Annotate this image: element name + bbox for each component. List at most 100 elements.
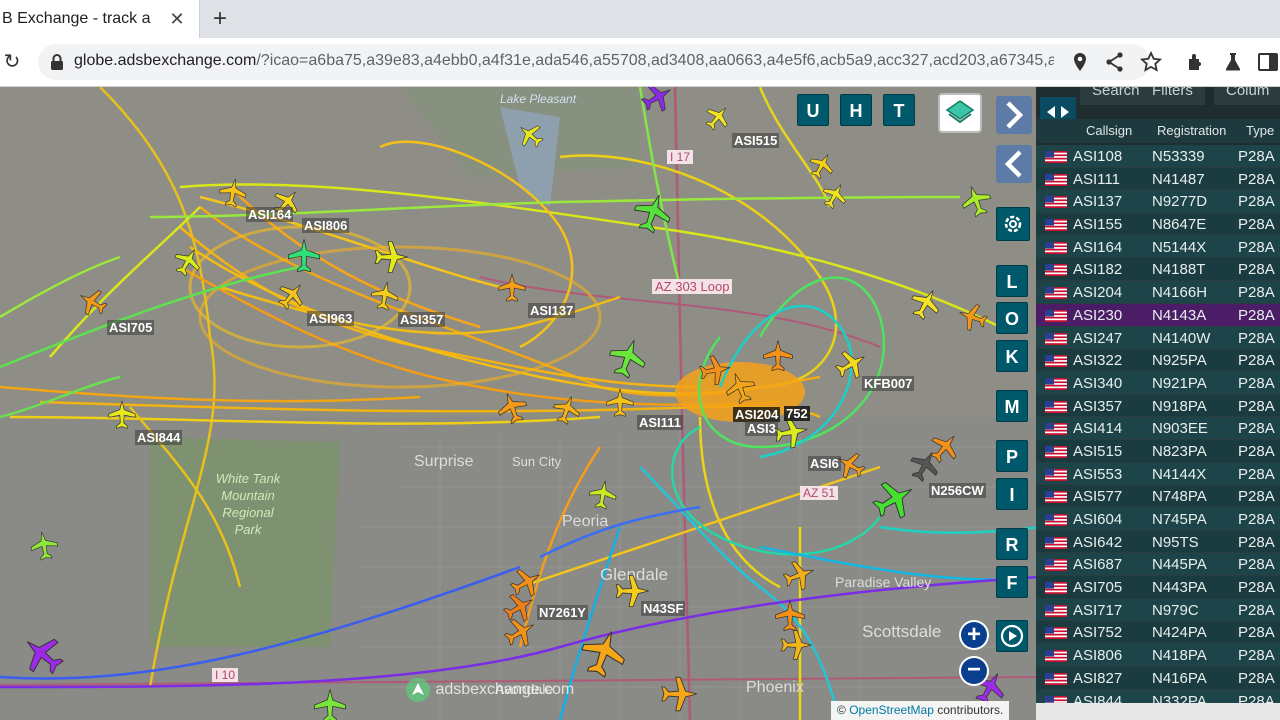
column-type[interactable]: Type (1246, 123, 1274, 138)
aircraft-icon[interactable] (498, 273, 526, 302)
table-row[interactable]: ASI515 N823PA P28A (1036, 439, 1280, 463)
i-button[interactable]: I (996, 478, 1028, 510)
aircraft-icon[interactable] (374, 240, 409, 274)
table-row[interactable]: ASI553 N4144X P28A (1036, 462, 1280, 486)
aircraft-icon[interactable] (549, 391, 585, 428)
aircraft-icon[interactable] (636, 87, 679, 118)
aircraft-icon[interactable] (720, 367, 760, 408)
aircraft-icon[interactable] (603, 333, 652, 383)
table-row[interactable]: ASI642 N95TS P28A (1036, 530, 1280, 554)
table-row[interactable]: ASI247 N4140W P28A (1036, 326, 1280, 350)
u-button[interactable]: U (797, 94, 829, 126)
column-callsign[interactable]: Callsign (1086, 123, 1132, 138)
l-button[interactable]: L (996, 265, 1028, 297)
callsign-label[interactable]: ASI963 (307, 311, 355, 326)
callsign-label[interactable]: ASI164 (246, 207, 294, 222)
aircraft-icon[interactable] (28, 529, 61, 562)
aircraft-icon[interactable] (499, 611, 542, 653)
aircraft-icon[interactable] (216, 176, 249, 209)
aircraft-icon[interactable] (287, 238, 321, 273)
table-row[interactable]: ASI827 N416PA P28A (1036, 666, 1280, 690)
table-row[interactable]: ASI155 N8647E P28A (1036, 213, 1280, 236)
aircraft-icon[interactable] (804, 148, 839, 183)
aircraft-icon[interactable] (697, 352, 734, 388)
browser-tab[interactable]: B Exchange - track a ✕ (0, 0, 200, 38)
aircraft-icon[interactable] (586, 478, 619, 511)
aircraft-icon[interactable] (905, 282, 947, 325)
tab-filters[interactable]: Filters (1140, 87, 1205, 105)
table-row[interactable]: ASI414 N903EE P28A (1036, 417, 1280, 440)
aircraft-icon[interactable] (368, 279, 401, 312)
callsign-label[interactable]: ASI3 (745, 421, 778, 436)
aircraft-icon[interactable] (762, 340, 794, 372)
aircraft-icon[interactable] (606, 388, 634, 417)
aircraft-icon[interactable] (272, 275, 312, 315)
aircraft-icon[interactable] (574, 623, 633, 683)
table-row[interactable]: ASI687 N445PA P28A (1036, 553, 1280, 577)
table-row[interactable]: ASI111 N41487 P28A (1036, 167, 1280, 191)
table-row[interactable]: ASI717 N979C P28A (1036, 598, 1280, 622)
zoom-out-button[interactable]: − (959, 656, 989, 686)
table-row[interactable]: ASI705 N443PA P28A (1036, 576, 1280, 599)
aircraft-icon[interactable] (14, 626, 72, 683)
callsign-label[interactable]: ASI357 (398, 312, 446, 327)
aircraft-icon[interactable] (954, 299, 991, 335)
callsign-label[interactable]: KFB007 (862, 376, 915, 391)
aircraft-icon[interactable] (512, 117, 549, 154)
tab-columns[interactable]: Colum (1214, 87, 1280, 105)
table-row[interactable]: ASI204 N4166H P28A (1036, 281, 1280, 304)
share-icon[interactable] (1103, 50, 1127, 74)
openstreetmap-link[interactable]: OpenStreetMap (849, 703, 934, 717)
reload-icon[interactable]: ↻ (0, 50, 24, 74)
t-button[interactable]: T (883, 94, 915, 126)
aircraft-icon[interactable] (866, 471, 923, 527)
new-tab-button[interactable]: + (208, 6, 232, 32)
table-row[interactable]: ASI108 N53339 P28A (1036, 145, 1280, 168)
layers-button[interactable] (938, 93, 982, 133)
aircraft-icon[interactable] (661, 676, 698, 712)
tab-close-icon[interactable]: ✕ (167, 9, 187, 29)
location-pin-icon[interactable] (1068, 50, 1092, 74)
table-row[interactable]: ASI752 N424PA P28A (1036, 621, 1280, 645)
next-arrow-button[interactable] (996, 96, 1032, 134)
aircraft-icon[interactable] (779, 555, 820, 595)
callsign-label[interactable]: 752 (784, 406, 810, 421)
callsign-label[interactable]: ASI844 (135, 430, 183, 445)
aircraft-icon[interactable] (313, 688, 347, 720)
labs-icon[interactable] (1221, 50, 1245, 74)
r-button[interactable]: R (996, 528, 1028, 560)
aircraft-icon[interactable] (923, 426, 966, 469)
sidebar-icon[interactable] (1256, 50, 1280, 74)
aircraft-icon[interactable] (492, 387, 532, 428)
star-icon[interactable] (1139, 50, 1163, 74)
settings-button[interactable] (996, 207, 1030, 241)
callsign-label[interactable]: ASI705 (107, 320, 155, 335)
table-row[interactable]: ASI604 N745PA P28A (1036, 508, 1280, 531)
callsign-label[interactable]: ASI6 (808, 456, 841, 471)
k-button[interactable]: K (996, 340, 1028, 372)
table-row[interactable]: ASI230 N4143A P28A (1036, 303, 1280, 327)
aircraft-icon[interactable] (817, 178, 852, 213)
f-button[interactable]: F (996, 566, 1028, 598)
o-button[interactable]: O (996, 302, 1028, 334)
aircraft-icon[interactable] (699, 99, 736, 136)
replay-button[interactable] (996, 620, 1028, 652)
callsign-label[interactable]: ASI806 (302, 218, 350, 233)
table-row[interactable]: ASI577 N748PA P28A (1036, 485, 1280, 508)
callsign-label[interactable]: ASI204 (733, 407, 781, 422)
horizontal-scrollbar[interactable] (1036, 703, 1280, 720)
address-bar[interactable]: globe.adsbexchange.com/?icao=a6ba75,a39e… (38, 44, 1150, 80)
m-button[interactable]: M (996, 390, 1028, 422)
extensions-icon[interactable] (1184, 50, 1208, 74)
table-row[interactable]: ASI322 N925PA P28A (1036, 349, 1280, 372)
callsign-label[interactable]: ASI137 (528, 303, 576, 318)
prev-arrow-button[interactable] (996, 145, 1032, 183)
table-row[interactable]: ASI182 N4188T P28A (1036, 258, 1280, 282)
callsign-label[interactable]: N43SF (641, 601, 686, 616)
aircraft-icon[interactable] (956, 180, 996, 221)
aircraft-icon[interactable] (73, 283, 112, 322)
aircraft-icon[interactable] (108, 400, 136, 429)
callsign-label[interactable]: N7261Y (537, 605, 588, 620)
table-row[interactable]: ASI137 N9277D P28A (1036, 190, 1280, 214)
table-row[interactable]: ASI340 N921PA P28A (1036, 371, 1280, 395)
